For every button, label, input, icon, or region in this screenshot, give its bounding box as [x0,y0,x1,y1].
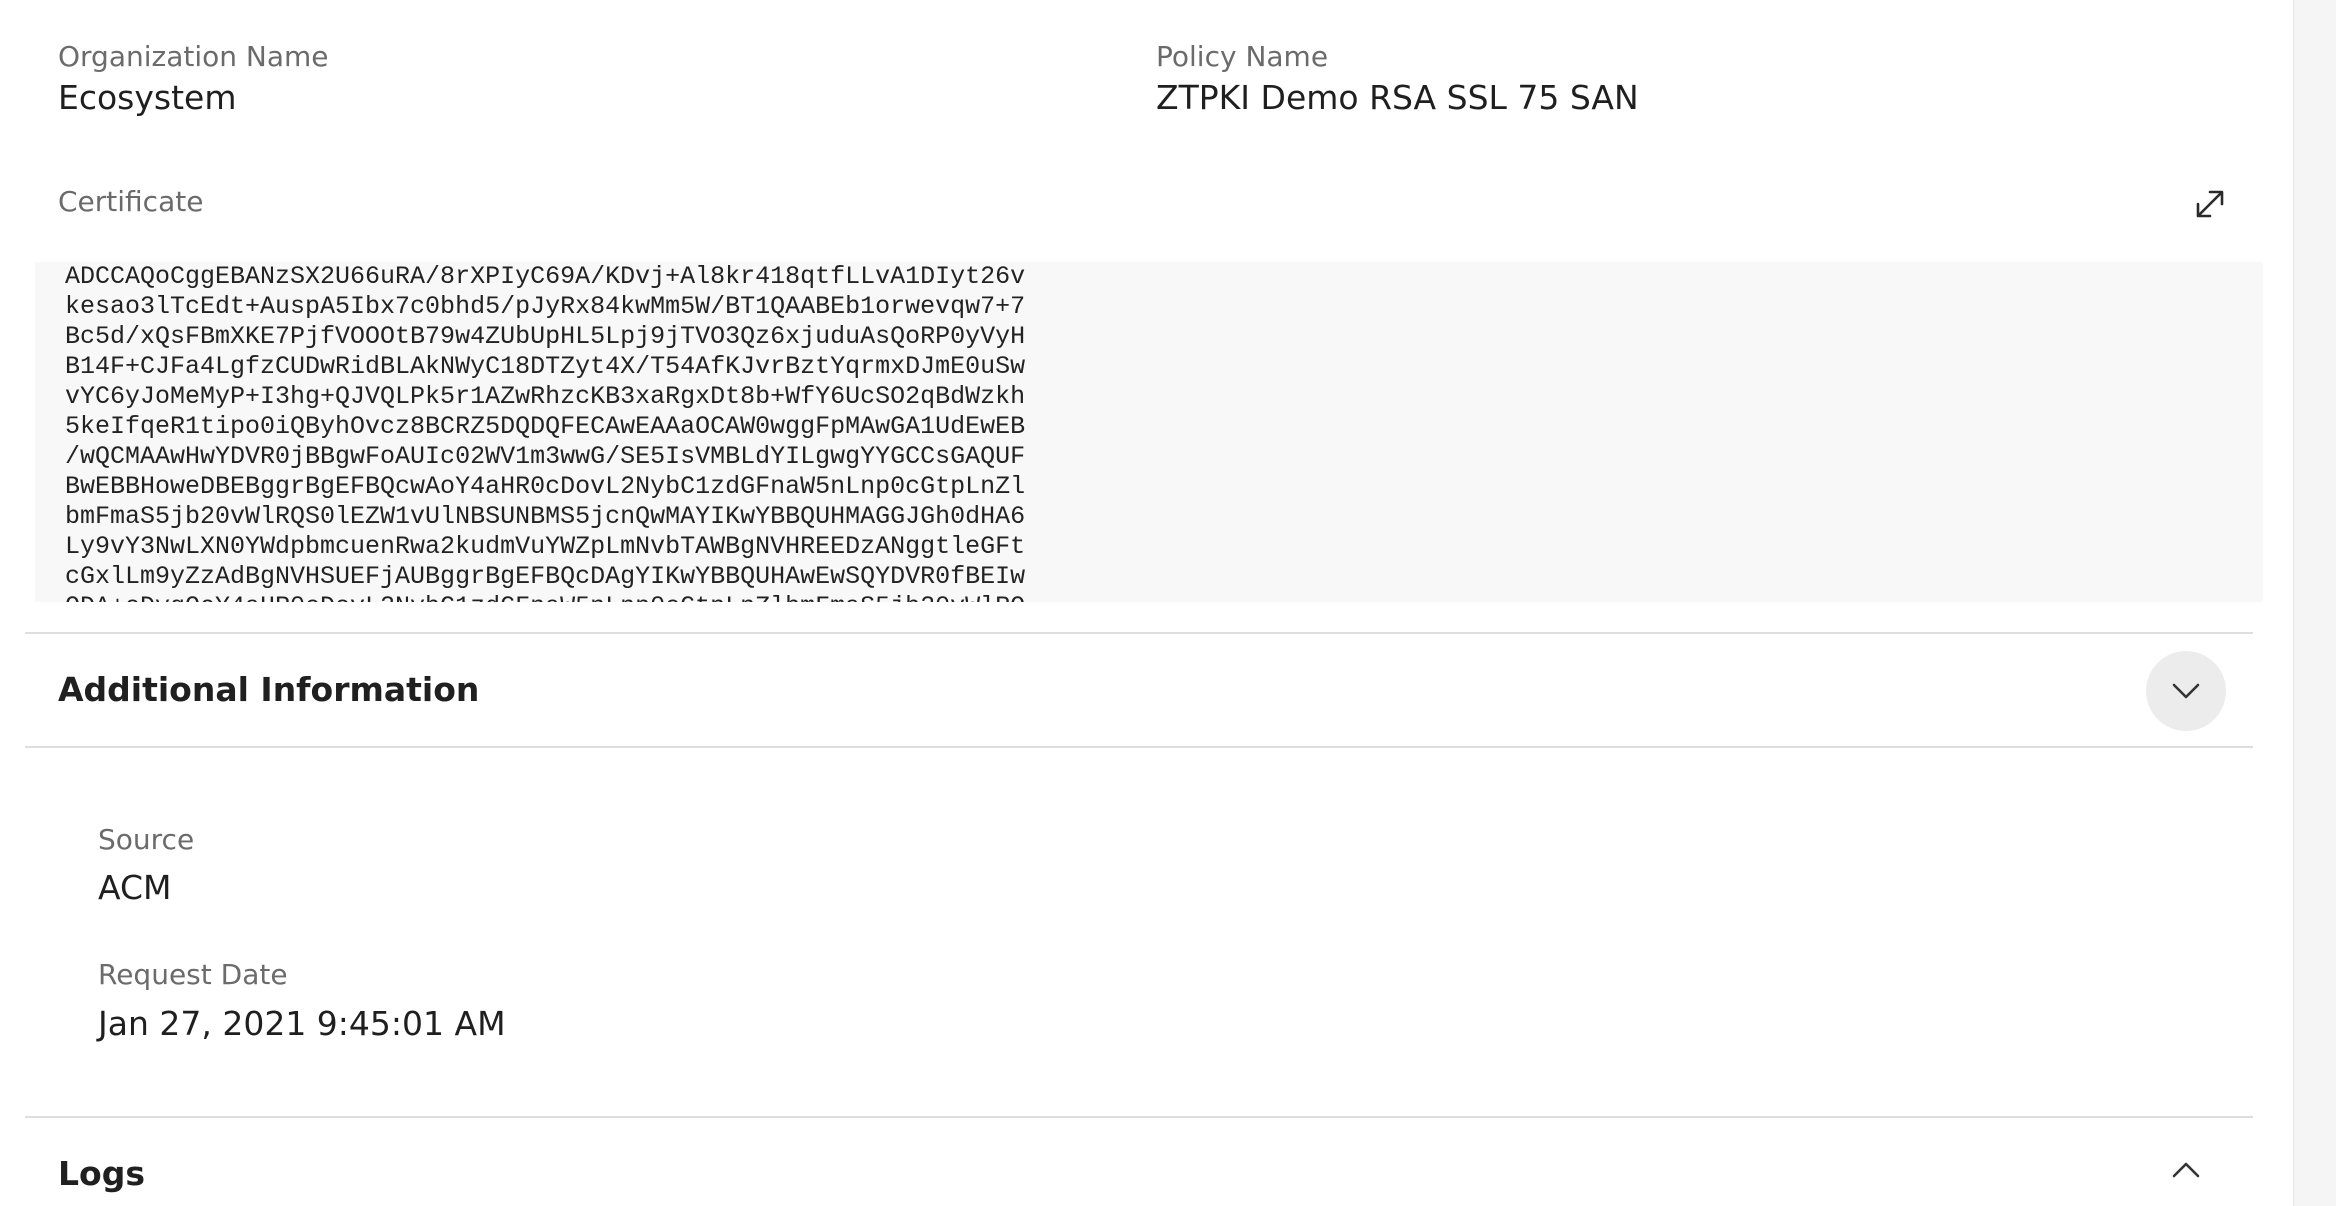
chevron-up-icon [2172,1162,2200,1178]
certificate-line: 5keIfqeR1tipo0iQByhOvcz8BCRZ5DQDQFECAwEA… [65,412,1026,441]
certificate-line: cGxlLm9yZzAdBgNVHSUEFjAUBggrBgEFBQcDAgYI… [65,562,1026,591]
chevron-down-icon [2172,683,2200,699]
organization-name-label: Organization Name [58,40,329,73]
additional-information-title[interactable]: Additional Information [58,670,479,710]
certificate-line: Ly9vY3NwLXN0YWdpbmcuenRwa2kudmVuYWZpLmNv… [65,532,1026,561]
certificate-line: Bc5d/xQsFBmXKE7PjfVOOOtB79w4ZUbUpHL5Lpj9… [65,322,1026,351]
section-divider [25,632,2253,634]
expand-arrows-icon[interactable] [2190,184,2230,224]
logs-title[interactable]: Logs [58,1154,145,1194]
organization-name-value: Ecosystem [58,78,237,117]
source-value: ACM [98,868,172,907]
certificate-line: kesao3lTcEdt+AuspA5Ibx7c0bhd5/pJyRx84kwM… [65,292,1026,321]
logs-toggle-button[interactable] [2168,1158,2204,1188]
certificate-text-box[interactable]: ADCCAQoCggEBANzSX2U66uRA/8rXPIyC69A/KDvj… [35,262,2263,602]
certificate-details-panel: Organization Name Ecosystem Policy Name … [0,0,2293,1206]
additional-information-toggle-button[interactable] [2146,651,2226,731]
certificate-line: BwEBBHoweDBEBggrBgEFBQcwAoY4aHR0cDovL2Ny… [65,472,1026,501]
scrollbar[interactable] [2293,0,2336,1206]
certificate-line: QDA+oDygOoY4aHR0cDovL2NybC1zdGFnaW5nLnp0… [65,592,1025,602]
policy-name-label: Policy Name [1156,40,1329,73]
source-label: Source [98,823,195,856]
policy-name-value: ZTPKI Demo RSA SSL 75 SAN [1156,78,1639,117]
certificate-line: /wQCMAAwHwYDVR0jBBgwFoAUIc02WV1m3wwG/SE5… [65,442,1026,471]
request-date-value: Jan 27, 2021 9:45:01 AM [98,1004,506,1043]
request-date-label: Request Date [98,958,288,991]
certificate-line: B14F+CJFa4LgfzCUDwRidBLAkNWyC18DTZyt4X/T… [65,352,1026,381]
certificate-line: ADCCAQoCggEBANzSX2U66uRA/8rXPIyC69A/KDvj… [65,262,1026,291]
certificate-label: Certificate [58,185,204,218]
certificate-line: vYC6yJoMeMyP+I3hg+QJVQLPk5r1AZwRhzcKB3xa… [65,382,1026,411]
section-divider [25,746,2253,748]
section-divider [25,1116,2253,1118]
certificate-line: bmFmaS5jb20vWlRQS0lEZW1vUlNBSUNBMS5jcnQw… [65,502,1026,531]
